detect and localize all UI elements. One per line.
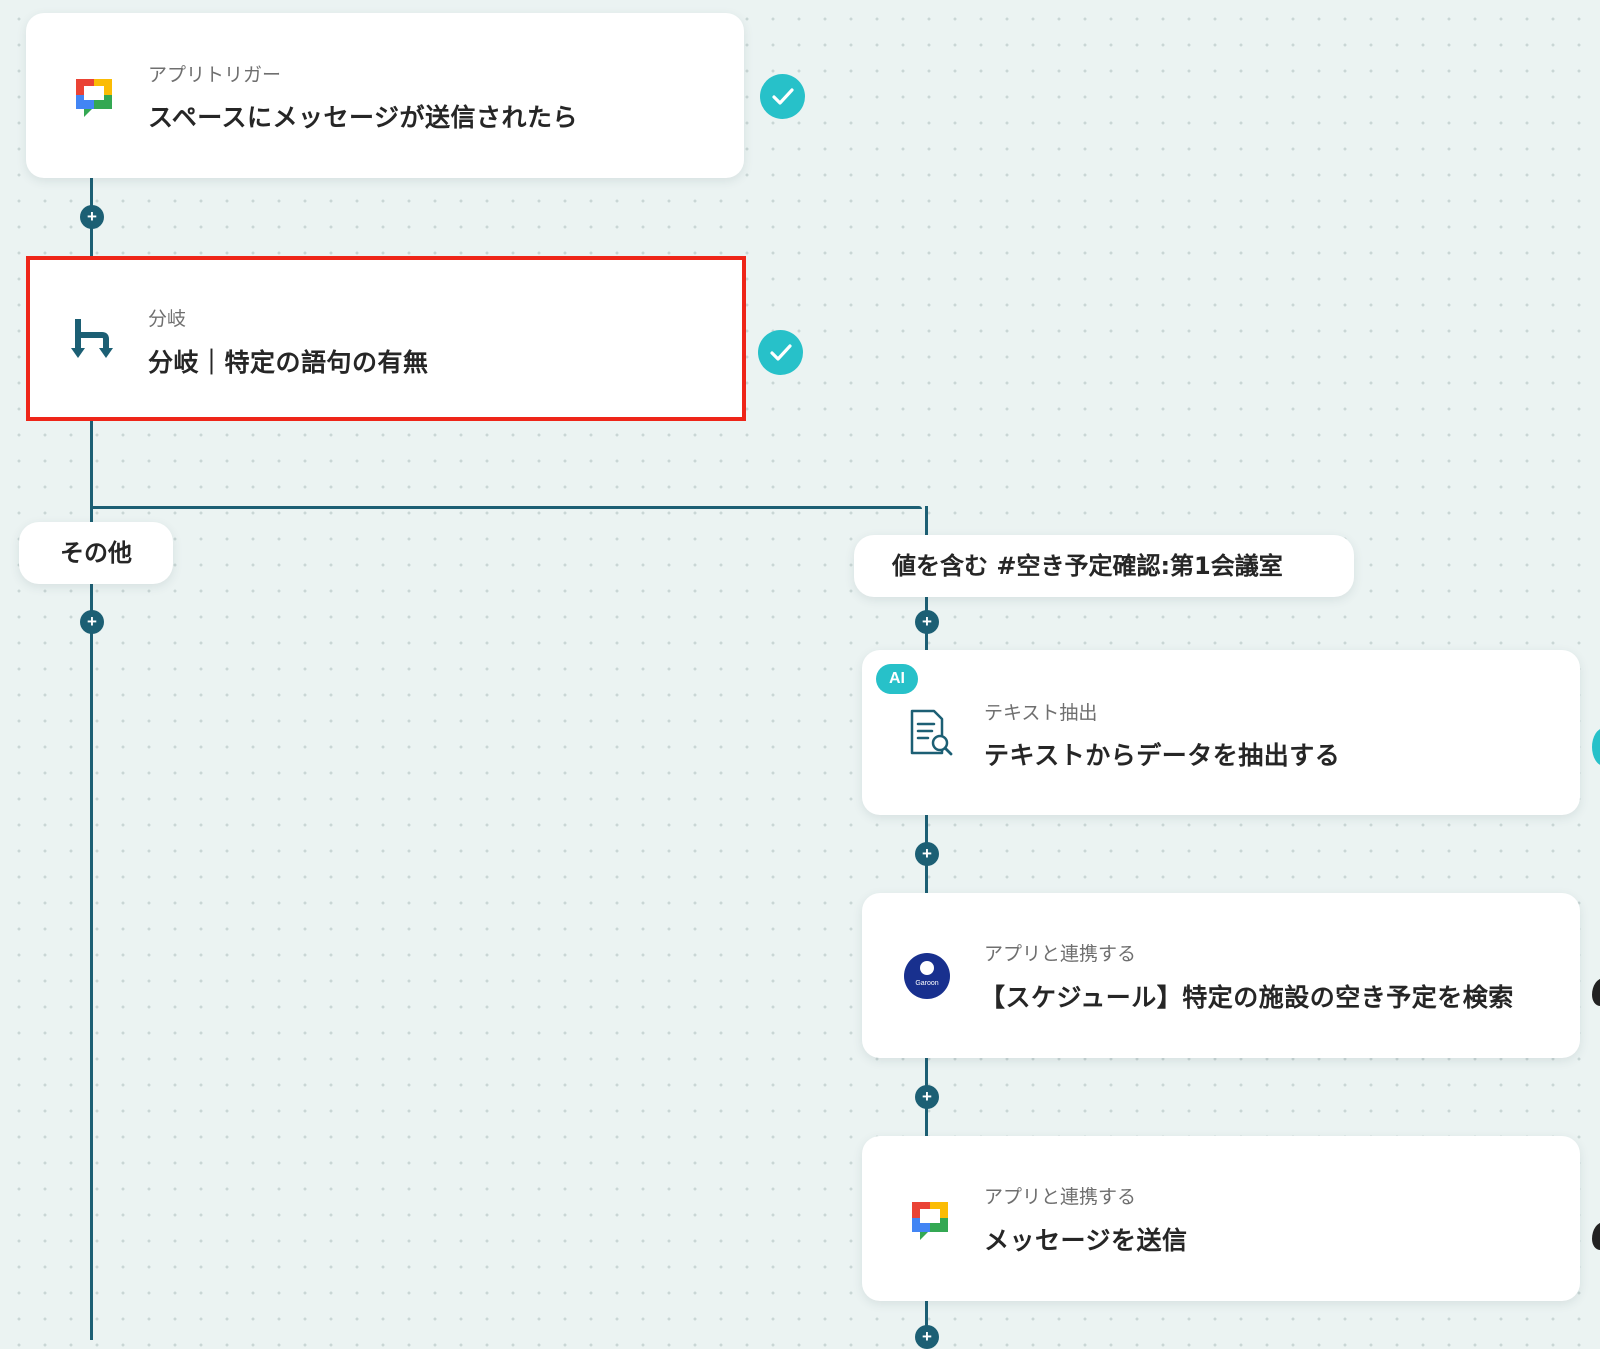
add-step-button[interactable]: + — [80, 610, 104, 634]
google-chat-icon — [76, 79, 112, 117]
step-title: 分岐｜特定の語句の有無 — [148, 348, 429, 377]
trigger-step-card[interactable]: アプリトリガー スペースにメッセージが送信されたら — [26, 13, 744, 178]
connector-branch-horizontal — [90, 506, 922, 509]
step-category-label: アプリトリガー — [148, 64, 282, 86]
step-title: メッセージを送信 — [984, 1226, 1188, 1255]
add-step-button[interactable]: + — [915, 842, 939, 866]
add-step-button[interactable]: + — [80, 205, 104, 229]
ai-badge: AI — [876, 664, 918, 694]
step-title: テキストからデータを抽出する — [984, 741, 1341, 770]
text-extract-icon — [910, 709, 953, 756]
branch-label-condition[interactable]: 値を含む #空き予定確認:第1会議室 — [854, 535, 1354, 597]
garoon-icon: Garoon — [904, 953, 950, 999]
step-category-label: アプリと連携する — [984, 1186, 1137, 1208]
step-category-label: テキスト抽出 — [984, 702, 1098, 724]
garoon-logo-text: Garoon — [915, 980, 939, 987]
text-extract-step-card[interactable]: AI テキスト抽出 テキストからデータを抽出する — [862, 650, 1580, 815]
step-title: スペースにメッセージが送信されたら — [148, 103, 579, 132]
step-title: 【スケジュール】特定の施設の空き予定を検索 — [980, 983, 1514, 1012]
branch-step-card[interactable]: 分岐 分岐｜特定の語句の有無 — [26, 256, 746, 421]
send-message-step-card[interactable]: アプリと連携する メッセージを送信 — [862, 1136, 1580, 1301]
step-done-check-icon[interactable] — [760, 74, 805, 119]
step-category-label: アプリと連携する — [984, 943, 1137, 965]
step-category-label: 分岐 — [148, 308, 187, 330]
add-step-button[interactable]: + — [915, 610, 939, 634]
garoon-step-card[interactable]: Garoon アプリと連携する 【スケジュール】特定の施設の空き予定を検索 — [862, 893, 1580, 1058]
branch-label-other[interactable]: その他 — [19, 522, 173, 584]
branch-icon — [71, 319, 113, 358]
add-step-button[interactable]: + — [915, 1085, 939, 1109]
google-chat-icon — [912, 1202, 948, 1240]
add-step-button[interactable]: + — [915, 1325, 939, 1349]
step-status-marker — [1592, 978, 1600, 1006]
step-status-marker — [1592, 728, 1600, 766]
step-status-marker — [1592, 1222, 1600, 1250]
step-done-check-icon[interactable] — [758, 330, 803, 375]
